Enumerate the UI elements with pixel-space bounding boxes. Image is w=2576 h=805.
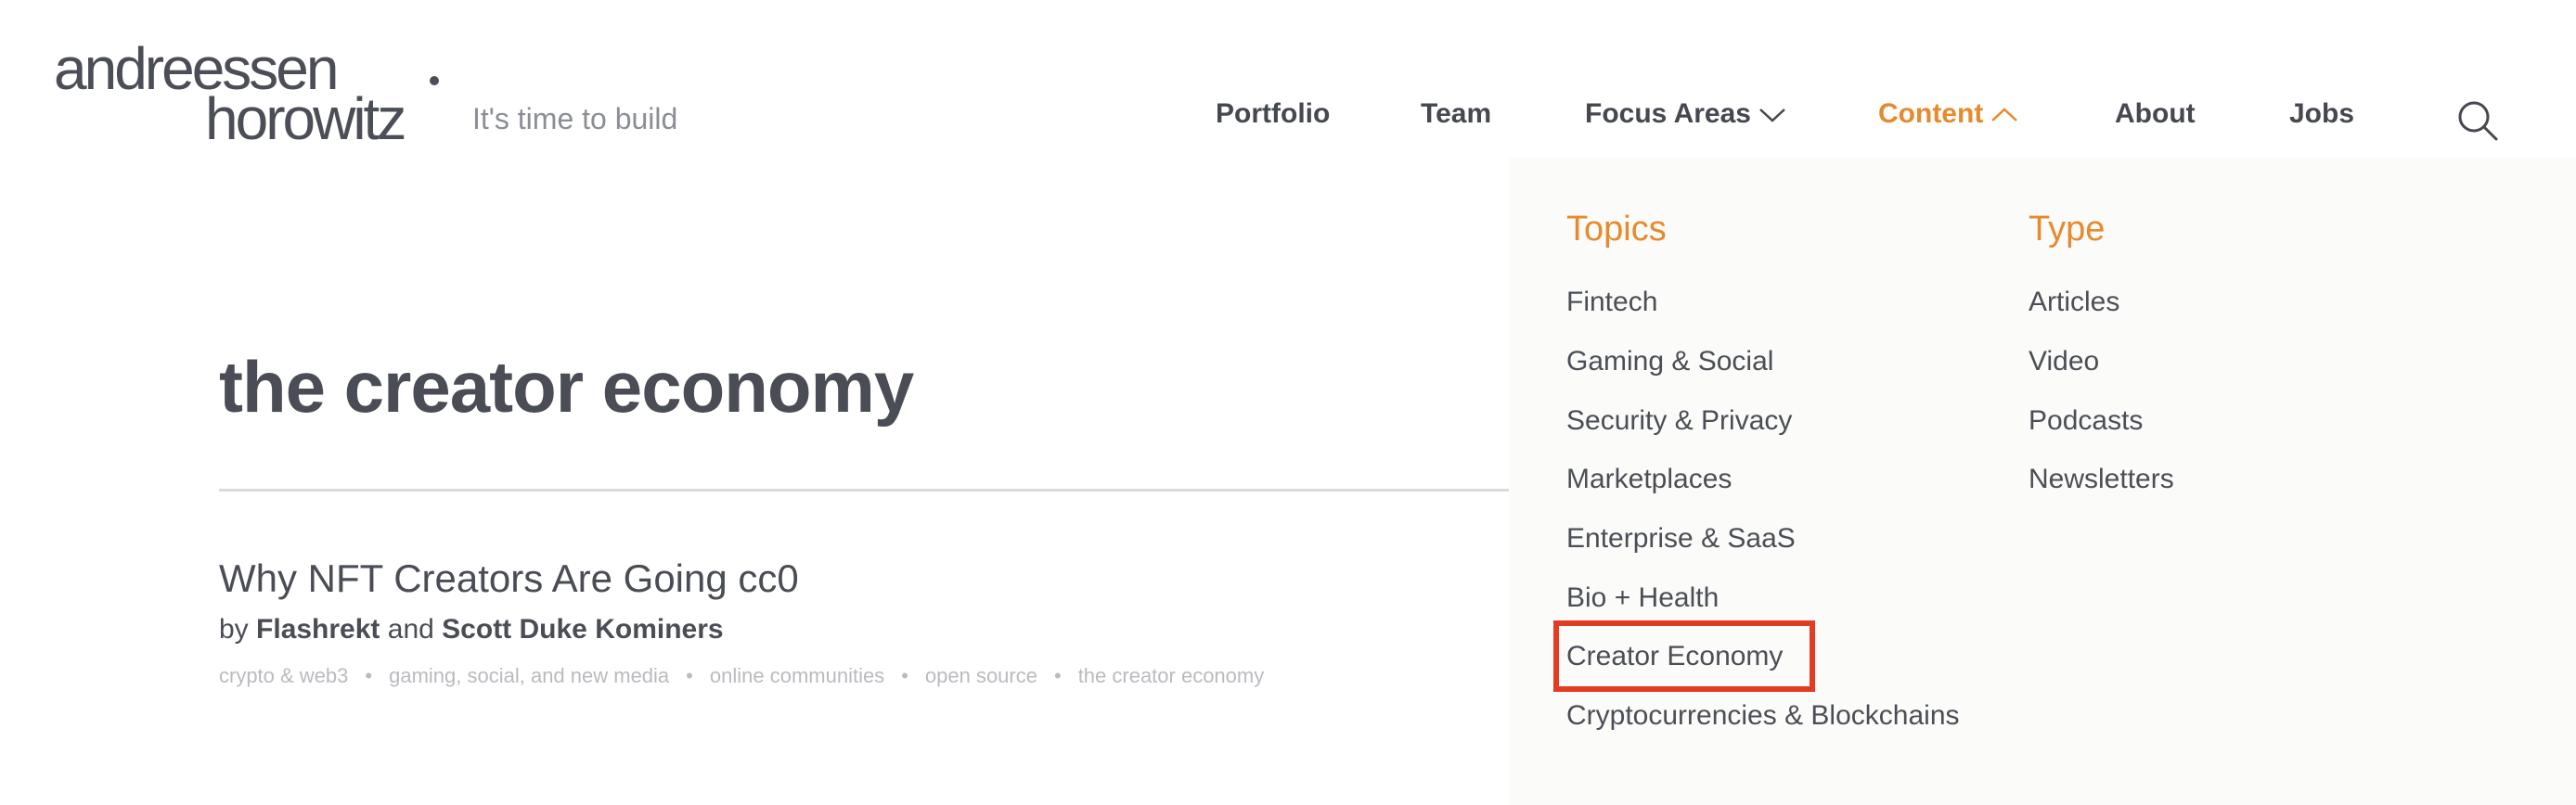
tag-link[interactable]: open source: [925, 664, 1037, 687]
tag-link[interactable]: the creator economy: [1078, 664, 1265, 687]
type-podcasts[interactable]: Podcasts: [2029, 405, 2143, 437]
type-video[interactable]: Video: [2029, 346, 2099, 377]
site-logo[interactable]: andreessen horowitz: [54, 39, 453, 148]
nav-about[interactable]: About: [2115, 98, 2196, 130]
author-link[interactable]: Scott Duke Kominers: [442, 614, 723, 645]
topic-marketplaces[interactable]: Marketplaces: [1566, 464, 1732, 495]
topic-enterprise-saas[interactable]: Enterprise & SaaS: [1566, 523, 1796, 555]
tag-separator: •: [1053, 664, 1062, 687]
chevron-up-icon: [1991, 108, 2018, 121]
nav-content[interactable]: Content: [1878, 98, 2018, 130]
topic-fintech[interactable]: Fintech: [1566, 287, 1657, 318]
tag-link[interactable]: gaming, social, and new media: [389, 664, 669, 687]
nav-focus-areas[interactable]: Focus Areas: [1585, 98, 1786, 130]
chevron-down-icon: [1759, 109, 1785, 122]
topic-cryptocurrencies-blockchains[interactable]: Cryptocurrencies & Blockchains: [1566, 700, 1960, 732]
nav-focus-areas-label: Focus Areas: [1585, 98, 1751, 129]
topics-heading: Topics: [1566, 210, 1667, 249]
page-title: the creator economy: [219, 346, 914, 428]
tag-separator: •: [365, 664, 373, 687]
byline-and: and: [387, 614, 434, 645]
article-byline: by Flashrekt and Scott Duke Kominers: [219, 614, 724, 645]
tag-separator: •: [901, 664, 908, 687]
tag-link[interactable]: crypto & web3: [219, 664, 348, 687]
topic-security-privacy[interactable]: Security & Privacy: [1566, 405, 1792, 437]
article-tags: crypto & web3 • gaming, social, and new me…: [219, 664, 1264, 688]
topic-gaming-social[interactable]: Gaming & Social: [1566, 346, 1773, 377]
tag-link[interactable]: online communities: [710, 664, 884, 687]
type-newsletters[interactable]: Newsletters: [2029, 464, 2174, 495]
nav-content-label: Content: [1878, 98, 1984, 129]
logo-dot: [430, 76, 439, 85]
topic-bio-health[interactable]: Bio + Health: [1566, 582, 1719, 614]
article-title-link[interactable]: Why NFT Creators Are Going cc0: [219, 556, 799, 601]
logo-text-line2: horowitz: [205, 85, 406, 152]
site-tagline: It's time to build: [472, 102, 678, 135]
byline-by: by: [219, 614, 249, 645]
type-articles[interactable]: Articles: [2029, 287, 2119, 318]
search-icon[interactable]: [2455, 98, 2500, 143]
nav-portfolio[interactable]: Portfolio: [1216, 98, 1330, 130]
nav-jobs[interactable]: Jobs: [2289, 98, 2354, 130]
nav-team[interactable]: Team: [1421, 98, 1491, 130]
author-link[interactable]: Flashrekt: [256, 614, 380, 645]
highlight-box: [1553, 620, 1815, 692]
tag-separator: •: [686, 664, 693, 687]
type-heading: Type: [2029, 210, 2106, 249]
title-divider: [219, 489, 1509, 492]
